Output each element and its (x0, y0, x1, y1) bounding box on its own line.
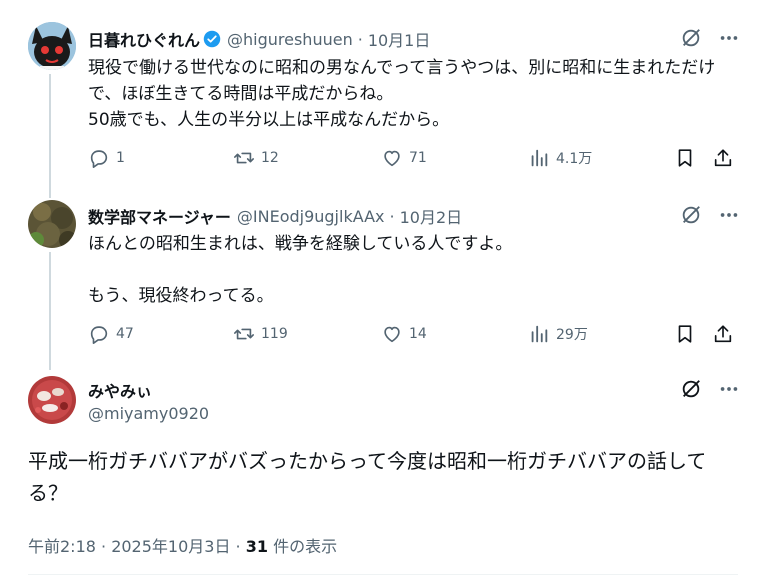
tweet-text: ほんとの昭和生まれは、戦争を経験している人ですよ。 もう、現役終わってる。 (88, 234, 513, 306)
more-icon[interactable] (718, 204, 740, 226)
like-count: 14 (409, 326, 427, 342)
like-button[interactable]: 14 (381, 323, 427, 345)
verified-badge-icon (203, 30, 221, 48)
like-button[interactable]: 71 (381, 147, 427, 169)
views-icon (531, 325, 548, 343)
views-count: 29万 (556, 327, 588, 343)
like-icon (384, 326, 400, 343)
tweet-header: 日暮れひぐれん @higureshuuen · 10月1日 (88, 27, 430, 51)
separator-dot: · (389, 206, 395, 226)
reply-count: 1 (116, 150, 125, 166)
tweet-actions: 47 119 14 29万 (88, 323, 738, 347)
bookmark-button[interactable] (674, 147, 696, 169)
views-button[interactable]: 29万 (528, 323, 588, 345)
divider (28, 574, 738, 575)
reply-icon (90, 326, 108, 344)
retweet-icon (234, 152, 254, 164)
views-icon (531, 149, 548, 167)
grok-icon[interactable] (680, 27, 702, 49)
tweet-date[interactable]: 10月2日 (400, 204, 463, 228)
views-label: 件の表示 (267, 537, 338, 556)
user-handle[interactable]: @miyamy0920 (88, 404, 209, 423)
display-name[interactable]: 数学部マネージャー (88, 204, 231, 228)
thread-connector (49, 74, 51, 198)
user-handle[interactable]: @INEodj9ugjlkAAx (237, 207, 385, 226)
bookmark-button[interactable] (674, 323, 696, 345)
tweet-meta: 午前2:18 · 2025年10月3日 · 31 件の表示 (28, 533, 337, 557)
avatar[interactable] (28, 376, 76, 424)
tweet-timestamp[interactable]: 午前2:18 · 2025年10月3日 · (28, 537, 246, 556)
reply-button[interactable]: 1 (88, 147, 125, 169)
retweet-count: 12 (261, 150, 279, 166)
thread-connector (49, 252, 51, 370)
main-tweet-text: 平成一桁ガチババアがバズったからって今度は昭和一桁ガチババアの話してる？ (28, 449, 707, 505)
reply-icon (90, 150, 108, 168)
tweet-header: 数学部マネージャー @INEodj9ugjlkAAx · 10月2日 (88, 204, 462, 228)
tweet-date[interactable]: 10月1日 (368, 27, 431, 51)
share-button[interactable] (712, 147, 734, 169)
bookmark-icon (678, 325, 692, 343)
like-icon (384, 150, 400, 167)
avatar[interactable] (28, 200, 76, 248)
avatar[interactable] (28, 22, 76, 70)
views-button[interactable]: 4.1万 (528, 147, 592, 169)
views-count: 31 (245, 537, 268, 556)
retweet-button[interactable]: 12 (233, 147, 279, 169)
share-button[interactable] (712, 323, 734, 345)
retweet-icon (234, 328, 254, 340)
display-name[interactable]: みやみぃ (88, 378, 152, 402)
tweet-corner-actions (680, 27, 740, 49)
share-icon (714, 149, 732, 167)
more-icon[interactable] (718, 378, 740, 400)
bookmark-icon (678, 149, 692, 167)
tweet-actions: 1 12 71 4.1万 (88, 147, 738, 171)
tweet-corner-actions (680, 204, 740, 226)
grok-icon[interactable] (680, 378, 702, 400)
reply-count: 47 (116, 326, 134, 342)
views-count: 4.1万 (556, 151, 593, 167)
share-icon (714, 325, 732, 343)
like-count: 71 (409, 150, 427, 166)
user-handle[interactable]: @higureshuuen (227, 30, 353, 49)
separator-dot: · (357, 29, 363, 49)
tweet-corner-actions (680, 378, 740, 400)
more-icon[interactable] (718, 27, 740, 49)
retweet-count: 119 (261, 326, 288, 342)
reply-button[interactable]: 47 (88, 323, 134, 345)
grok-icon[interactable] (680, 204, 702, 226)
display-name[interactable]: 日暮れひぐれん (88, 27, 200, 51)
retweet-button[interactable]: 119 (233, 323, 288, 345)
tweet-text: 現役で働ける世代なのに昭和の男なんでって言うやつは、別に昭和に生まれただけで、ほ… (88, 58, 716, 130)
